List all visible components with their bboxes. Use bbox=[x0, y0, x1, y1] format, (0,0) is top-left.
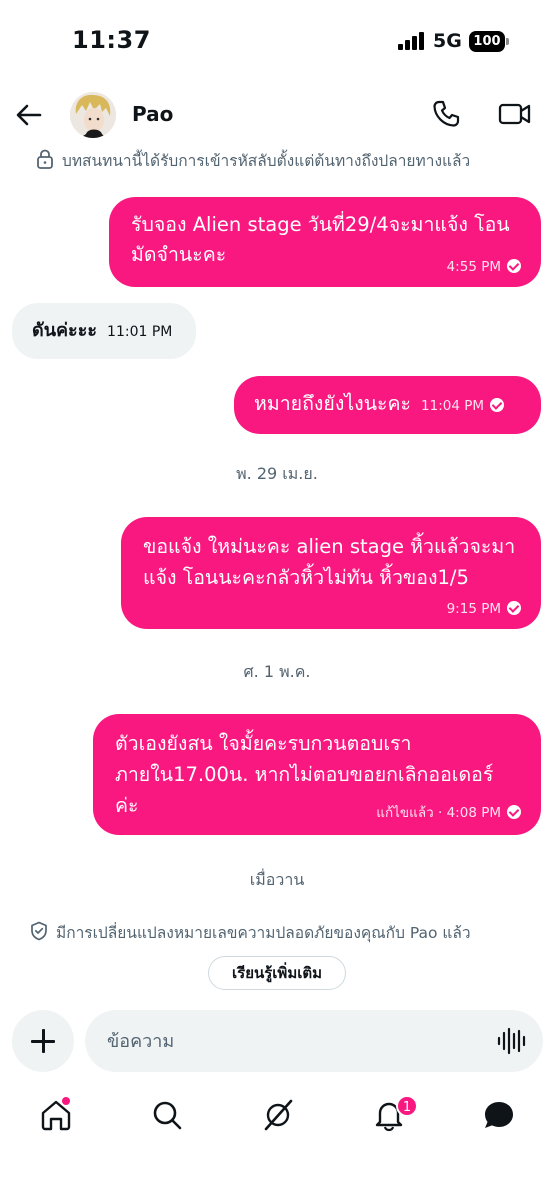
signal-icon bbox=[398, 32, 426, 50]
message-bubble-outgoing[interactable]: ขอแจ้ง ใหม่นะคะ alien stage หิ้วแล้วจะมา… bbox=[121, 517, 541, 629]
message-bubble-outgoing[interactable]: หมายถึงยังไงนะคะ 11:04 PM bbox=[234, 376, 541, 434]
read-check-icon bbox=[507, 259, 521, 273]
shield-check-icon bbox=[30, 921, 48, 945]
phone-icon[interactable] bbox=[430, 98, 462, 130]
message-text: ดันค่ะะะ bbox=[32, 320, 98, 341]
safety-number-notice: มีการเปลี่ยนแปลงหมายเลขความปลอดภัยของคุณ… bbox=[0, 920, 554, 945]
message-text-line: ภายใน17.00น. หากไม่ตอบขอยกเลิกออเดอร์ bbox=[115, 763, 494, 786]
encryption-notice: บทสนทนานี้ได้รับการเข้ารหัสลับตั้งแต่ต้น… bbox=[0, 148, 554, 173]
message-bubble-incoming[interactable]: ดันค่ะะะ 11:01 PM bbox=[12, 303, 196, 359]
status-time: 11:37 bbox=[72, 26, 151, 54]
message-bubble-outgoing[interactable]: ตัวเองยังสน ใจมั้ยคะรบกวนตอบเรา ภายใน17.… bbox=[93, 714, 541, 835]
message-input[interactable] bbox=[85, 1010, 543, 1072]
message-text-line: แจ้ง โอนนะคะกลัวหิ้วไม่ทัน หิ้วของ1/5 bbox=[143, 566, 469, 589]
message-text-line: ขอแจ้ง ใหม่นะคะ alien stage หิ้วแล้วจะมา bbox=[143, 535, 516, 558]
chat-header: Pao bbox=[0, 84, 554, 144]
read-check-icon bbox=[507, 601, 521, 615]
message-text: หมายถึงยังไงนะคะ bbox=[254, 392, 412, 415]
message-meta: 11:04 PM bbox=[421, 398, 505, 414]
grok-icon[interactable] bbox=[261, 1098, 295, 1132]
voice-message-icon[interactable] bbox=[496, 1026, 526, 1056]
message-time: 4:55 PM bbox=[446, 259, 501, 275]
date-separator: เมื่อวาน bbox=[249, 870, 305, 889]
encryption-notice-text: บทสนทนานี้ได้รับการเข้ารหัสลับตั้งแต่ต้น… bbox=[62, 152, 471, 170]
battery-icon: 100 bbox=[469, 31, 505, 52]
message-time: 9:15 PM bbox=[446, 601, 501, 617]
network-type: 5G bbox=[433, 30, 462, 52]
messages-icon[interactable] bbox=[482, 1098, 516, 1132]
bottom-navigation bbox=[0, 1090, 554, 1146]
notification-count-badge: 1 bbox=[396, 1095, 418, 1117]
back-arrow-icon[interactable] bbox=[14, 100, 44, 130]
battery-tip bbox=[506, 38, 509, 45]
message-text-line: ตัวเองยังสน ใจมั้ยคะรบกวนตอบเรา bbox=[115, 732, 412, 755]
message-meta: แก้ไขแล้ว · 4:08 PM bbox=[376, 801, 521, 823]
video-icon[interactable] bbox=[497, 98, 533, 130]
lock-icon bbox=[36, 149, 54, 173]
message-time: 11:01 PM bbox=[107, 324, 173, 340]
read-check-icon bbox=[490, 398, 505, 412]
safety-notice-text: มีการเปลี่ยนแปลงหมายเลขความปลอดภัยของคุณ… bbox=[56, 924, 471, 942]
avatar[interactable] bbox=[70, 92, 116, 138]
status-bar: 11:37 5G 100 bbox=[0, 0, 554, 80]
search-icon[interactable] bbox=[150, 1098, 184, 1132]
contact-name[interactable]: Pao bbox=[132, 102, 173, 126]
add-attachment-button[interactable] bbox=[12, 1010, 74, 1072]
date-separator: ศ. 1 พ.ค. bbox=[243, 662, 311, 681]
message-time: 4:08 PM bbox=[446, 805, 501, 821]
edited-label: แก้ไขแล้ว bbox=[376, 805, 434, 821]
message-meta: 9:15 PM bbox=[447, 601, 521, 617]
learn-more-button[interactable]: เรียนรู้เพิ่มเติม bbox=[208, 956, 346, 990]
message-meta: 4:55 PM bbox=[447, 259, 521, 275]
home-unread-dot bbox=[62, 1097, 70, 1105]
read-check-icon bbox=[507, 805, 521, 819]
date-separator: พ. 29 เม.ย. bbox=[236, 464, 318, 483]
message-time: 11:04 PM bbox=[421, 398, 485, 414]
message-text-line: รับจอง Alien stage วันที่29/4จะมาแจ้ง โอ… bbox=[131, 213, 510, 236]
message-bubble-outgoing[interactable]: รับจอง Alien stage วันที่29/4จะมาแจ้ง โอ… bbox=[109, 197, 541, 287]
